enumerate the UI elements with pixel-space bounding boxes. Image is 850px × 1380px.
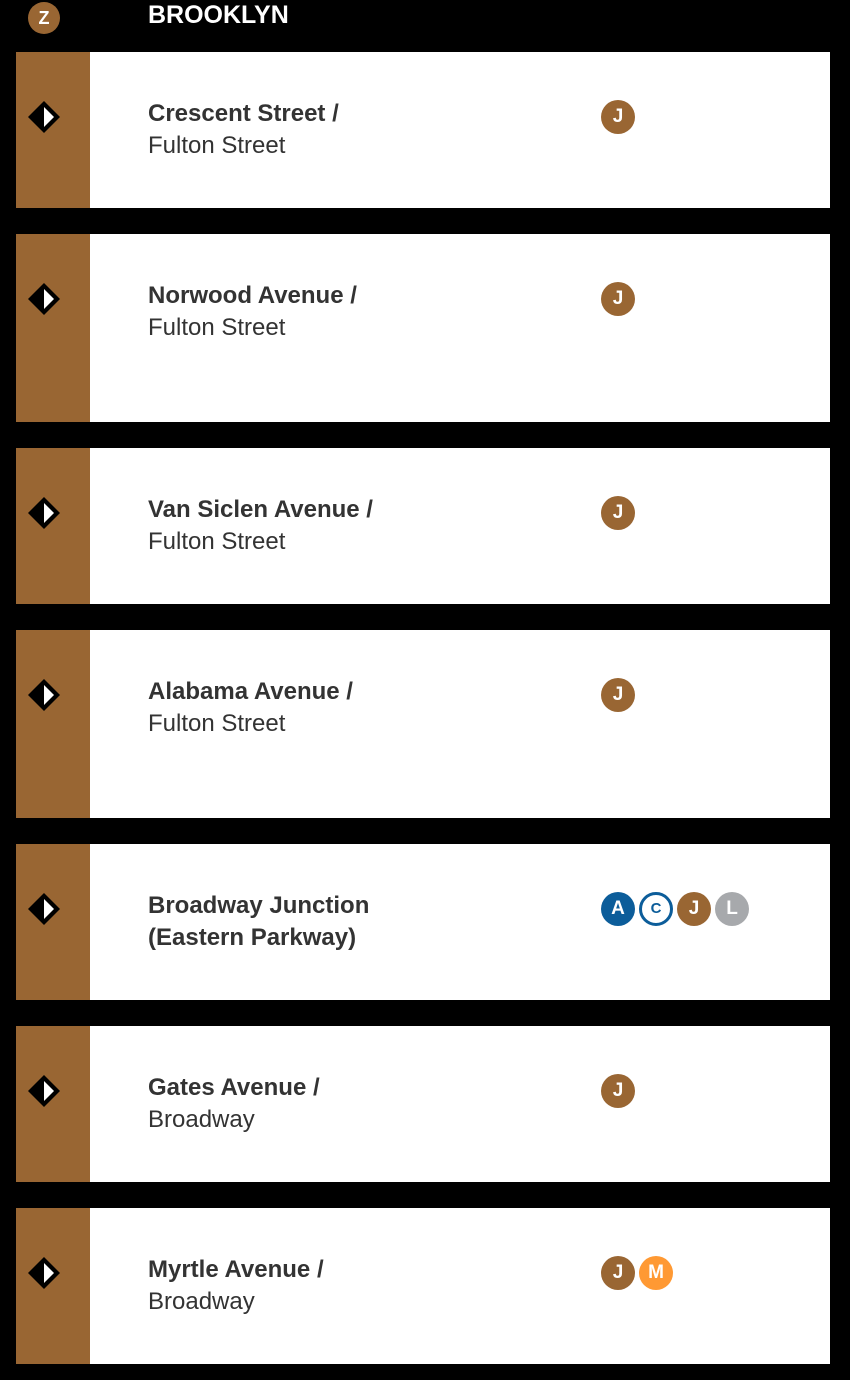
transfer-lines: J: [601, 100, 635, 134]
transfer-lines: J: [601, 282, 635, 316]
station-diamond-icon: [27, 892, 61, 926]
station-card[interactable]: Alabama Avenue / Fulton Street J: [16, 630, 830, 818]
station-diamond-icon: [27, 678, 61, 712]
station-diamond-icon: [27, 496, 61, 530]
station-name-secondary: (Eastern Parkway): [148, 924, 357, 951]
station-name-secondary: Fulton Street: [148, 314, 286, 341]
station-name-secondary: Broadway: [148, 1106, 255, 1133]
station-card[interactable]: Myrtle Avenue / Broadway J M: [16, 1208, 830, 1364]
station-name-primary: Alabama Avenue /: [148, 678, 353, 705]
station-name[interactable]: Myrtle Avenue / Broadway: [148, 1254, 578, 1318]
station-name-secondary: Fulton Street: [148, 710, 286, 737]
line-badge-j[interactable]: J: [601, 282, 635, 316]
line-badge-l[interactable]: L: [715, 892, 749, 926]
line-badge-j[interactable]: J: [601, 1074, 635, 1108]
line-badge-j[interactable]: J: [601, 100, 635, 134]
station-name[interactable]: Alabama Avenue / Fulton Street: [148, 676, 578, 740]
route-badge[interactable]: Z: [28, 2, 60, 34]
transfer-lines: J: [601, 678, 635, 712]
borough-header: Z BROOKLYN: [0, 0, 850, 40]
station-diamond-icon: [27, 100, 61, 134]
station-name-primary: Myrtle Avenue /: [148, 1256, 324, 1283]
station-name-secondary: Fulton Street: [148, 528, 286, 555]
station-name-primary: Broadway Junction: [148, 892, 370, 919]
line-badge-c[interactable]: C: [639, 892, 673, 926]
station-name-primary: Gates Avenue /: [148, 1074, 320, 1101]
station-name[interactable]: Broadway Junction (Eastern Parkway): [148, 890, 578, 954]
station-card[interactable]: Gates Avenue / Broadway J: [16, 1026, 830, 1182]
line-badge-letter: C: [650, 900, 662, 917]
station-card[interactable]: Crescent Street / Fulton Street J: [16, 52, 830, 208]
station-name[interactable]: Van Siclen Avenue / Fulton Street: [148, 494, 578, 558]
line-badge-j[interactable]: J: [601, 1256, 635, 1290]
transfer-lines: JM: [601, 1256, 673, 1290]
station-diamond-icon: [27, 282, 61, 316]
line-strip: [16, 234, 90, 422]
station-name-secondary: Broadway: [148, 1288, 255, 1315]
transfer-lines: J: [601, 496, 635, 530]
transfer-lines: ACJL: [601, 892, 749, 926]
line-strip: [16, 630, 90, 818]
station-diamond-icon: [27, 1256, 61, 1290]
station-list: Crescent Street / Fulton Street J Norwood A…: [16, 52, 830, 1364]
line-badge-j[interactable]: J: [677, 892, 711, 926]
station-name-secondary: Fulton Street: [148, 132, 286, 159]
line-badge-j[interactable]: J: [601, 678, 635, 712]
station-diamond-icon: [27, 1074, 61, 1108]
station-name[interactable]: Norwood Avenue / Fulton Street: [148, 280, 578, 344]
station-name[interactable]: Gates Avenue / Broadway: [148, 1072, 578, 1136]
borough-title: BROOKLYN: [148, 1, 289, 29]
transfer-lines: J: [601, 1074, 635, 1108]
station-card[interactable]: Broadway Junction (Eastern Parkway) A C J L: [16, 844, 830, 1000]
line-badge-m[interactable]: M: [639, 1256, 673, 1290]
station-name[interactable]: Crescent Street / Fulton Street: [148, 98, 578, 162]
station-name-primary: Van Siclen Avenue /: [148, 496, 373, 523]
station-card[interactable]: Van Siclen Avenue / Fulton Street J: [16, 448, 830, 604]
station-name-primary: Crescent Street /: [148, 100, 339, 127]
station-name-primary: Norwood Avenue /: [148, 282, 357, 309]
station-card[interactable]: Norwood Avenue / Fulton Street J: [16, 234, 830, 422]
line-badge-j[interactable]: J: [601, 496, 635, 530]
line-badge-a[interactable]: A: [601, 892, 635, 926]
